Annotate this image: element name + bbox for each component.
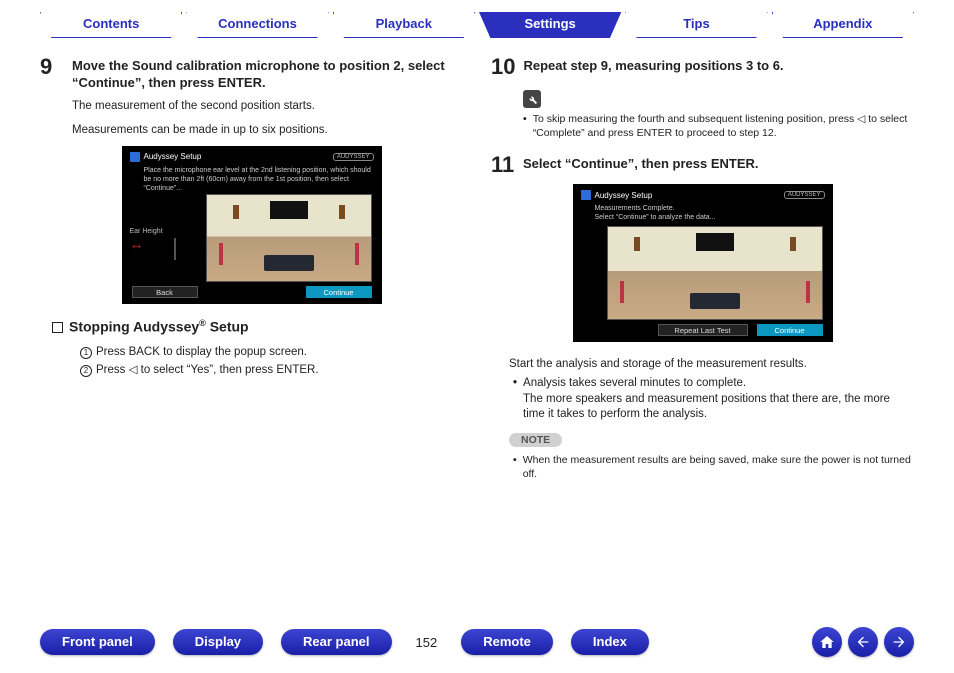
nav-index[interactable]: Index: [571, 629, 649, 655]
circled-number-icon: 2: [80, 365, 92, 377]
speaker-icon: [581, 190, 591, 200]
tab-tips[interactable]: Tips: [625, 12, 767, 38]
bullet-icon: •: [513, 453, 517, 481]
tab-contents[interactable]: Contents: [40, 12, 182, 38]
step-9: 9 Move the Sound calibration microphone …: [40, 56, 463, 92]
step-10: 10 Repeat step 9, measuring positions 3 …: [491, 56, 914, 78]
step-number: 9: [40, 56, 64, 92]
on-screen-display-1: Audyssey Setup AUDYSSEY Place the microp…: [122, 146, 382, 304]
step-body-line: Measurements can be made in up to six po…: [72, 122, 463, 138]
bottom-nav: Front panel Display Rear panel 152 Remot…: [0, 627, 954, 657]
osd-back-button: Back: [132, 286, 198, 298]
nav-display[interactable]: Display: [173, 629, 263, 655]
on-screen-display-2: Audyssey Setup AUDYSSEY Measurements Com…: [573, 184, 833, 342]
circled-number-icon: 1: [80, 347, 92, 359]
next-page-button[interactable]: [884, 627, 914, 657]
osd-instruction-text: Measurements Complete. Select “Continue”…: [577, 202, 829, 226]
arrow-right-icon: [891, 634, 907, 650]
wrench-icon: [523, 90, 541, 108]
nav-remote[interactable]: Remote: [461, 629, 553, 655]
bullet-text: The more speakers and measurement positi…: [523, 393, 890, 421]
room-illustration: [206, 194, 372, 282]
square-bullet-icon: [52, 322, 63, 333]
step-number: 11: [491, 154, 515, 176]
note-label: NOTE: [509, 433, 562, 447]
tab-appendix[interactable]: Appendix: [772, 12, 914, 38]
room-illustration: [607, 226, 823, 320]
note-bullet: • When the measurement results are being…: [513, 453, 914, 481]
tab-connections[interactable]: Connections: [186, 12, 328, 38]
mic-diagram: Ear Height ↔: [130, 228, 200, 278]
osd-instruction-text: Place the microphone ear level at the 2n…: [126, 164, 378, 197]
arrow-left-icon: [855, 634, 871, 650]
tip-bullet: • To skip measuring the fourth and subse…: [523, 112, 914, 140]
top-tab-nav: Contents Connections Playback Settings T…: [0, 0, 954, 38]
osd-title: Audyssey Setup: [595, 191, 653, 200]
step-number: 10: [491, 56, 515, 78]
audyssey-badge: AUDYSSEY: [333, 153, 374, 161]
list-item: Press BACK to display the popup screen.: [96, 346, 307, 358]
bullet-icon: •: [523, 112, 527, 140]
nav-rear-panel[interactable]: Rear panel: [281, 629, 391, 655]
step-title: Select “Continue”, then press ENTER.: [523, 154, 759, 176]
prev-page-button[interactable]: [848, 627, 878, 657]
bullet-text: Analysis takes several minutes to comple…: [523, 377, 746, 389]
osd-title: Audyssey Setup: [144, 152, 202, 161]
page-number: 152: [410, 635, 444, 650]
analysis-intro: Start the analysis and storage of the me…: [509, 356, 914, 372]
tab-playback[interactable]: Playback: [333, 12, 475, 38]
list-item: Press ◁ to select “Yes”, then press ENTE…: [96, 364, 319, 376]
ear-height-label: Ear Height: [130, 228, 163, 235]
heading-text-suf: Setup: [206, 319, 249, 335]
tab-settings[interactable]: Settings: [479, 12, 621, 38]
step-body-line: The measurement of the second position s…: [72, 98, 463, 114]
registered-mark: ®: [199, 318, 206, 328]
arrow-icon: ↔: [130, 236, 144, 252]
stopping-heading: Stopping Audyssey® Setup: [52, 318, 463, 335]
right-column: 10 Repeat step 9, measuring positions 3 …: [491, 56, 914, 481]
audyssey-badge: AUDYSSEY: [784, 191, 825, 199]
osd-continue-button: Continue: [306, 286, 372, 298]
heading-text-pre: Stopping Audyssey: [69, 319, 199, 335]
ordered-list: 1 Press BACK to display the popup screen.…: [80, 343, 463, 380]
speaker-icon: [130, 152, 140, 162]
analysis-bullet: • Analysis takes several minutes to comp…: [513, 376, 914, 423]
tip-text: To skip measuring the fourth and subsequ…: [533, 112, 914, 140]
step-11: 11 Select “Continue”, then press ENTER.: [491, 154, 914, 176]
nav-front-panel[interactable]: Front panel: [40, 629, 155, 655]
left-column: 9 Move the Sound calibration microphone …: [40, 56, 463, 481]
tripod-icon: [160, 228, 194, 272]
bullet-icon: •: [513, 376, 517, 423]
step-title: Move the Sound calibration microphone to…: [72, 56, 463, 92]
note-text: When the measurement results are being s…: [523, 453, 914, 481]
step-title: Repeat step 9, measuring positions 3 to …: [523, 56, 783, 78]
osd-repeat-button: Repeat Last Test: [658, 324, 748, 336]
home-button[interactable]: [812, 627, 842, 657]
osd-continue-button: Continue: [757, 324, 823, 336]
home-icon: [819, 634, 835, 650]
